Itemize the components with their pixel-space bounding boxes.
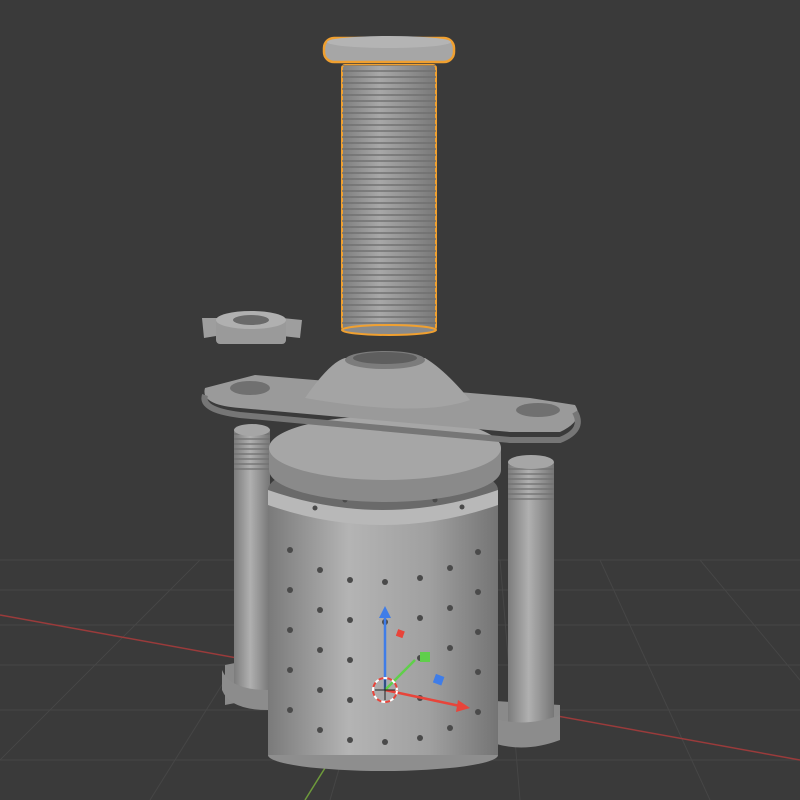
threaded-post-left[interactable]: [225, 424, 270, 705]
3d-cursor-icon: [372, 677, 398, 703]
mount-hole-right: [516, 403, 560, 417]
threaded-bolt[interactable]: [322, 36, 456, 336]
wing-nut[interactable]: [202, 311, 302, 344]
mount-hole-left: [230, 381, 270, 395]
3d-viewport[interactable]: [0, 0, 800, 800]
gizmo-y-plane-handle[interactable]: [420, 652, 430, 662]
viewport-canvas[interactable]: [0, 0, 800, 800]
